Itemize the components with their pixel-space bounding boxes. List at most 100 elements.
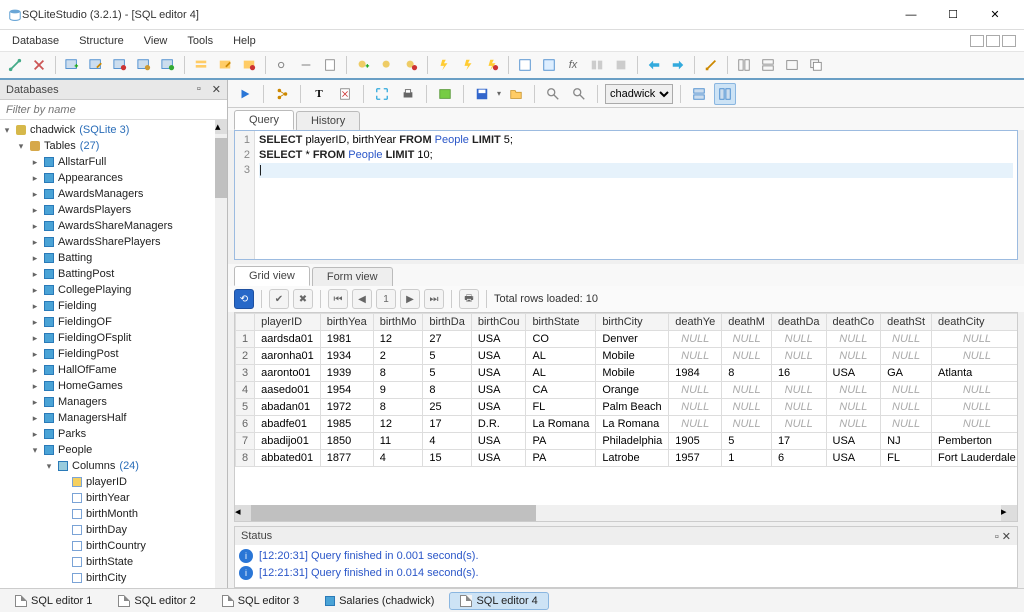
link-icon[interactable] [271, 54, 293, 76]
db-tree[interactable]: ▾chadwick(SQLite 3)▾Tables(27)▸AllstarFu… [0, 120, 215, 588]
cell[interactable]: USA [471, 348, 526, 365]
col-header[interactable]: deathDa [771, 314, 826, 331]
row-header[interactable]: 5 [236, 399, 255, 416]
grid-hscroll[interactable]: ◂▸ [235, 505, 1017, 521]
table-FieldingOF[interactable]: ▸FieldingOF [0, 314, 215, 330]
cell[interactable]: NULL [932, 399, 1017, 416]
cell[interactable]: 12 [373, 416, 423, 433]
cell[interactable]: NULL [722, 331, 772, 348]
script-icon[interactable] [319, 54, 341, 76]
cell[interactable]: 1972 [320, 399, 373, 416]
clear-icon[interactable] [334, 83, 356, 105]
cell[interactable]: 1984 [669, 365, 722, 382]
table-AwardsShareManagers[interactable]: ▸AwardsShareManagers [0, 218, 215, 234]
panel-close-icon[interactable]: ✕ [212, 83, 221, 96]
cell[interactable]: 17 [423, 416, 471, 433]
cell[interactable]: 11 [373, 433, 423, 450]
print-results-icon[interactable]: 🖶 [459, 289, 479, 309]
col-header[interactable]: deathCo [826, 314, 881, 331]
tree-scrollbar[interactable]: ▴ [215, 120, 227, 588]
cell[interactable]: abadfe01 [255, 416, 321, 433]
rollback-icon[interactable]: ✖ [293, 289, 313, 309]
cell[interactable]: 1850 [320, 433, 373, 450]
cell[interactable]: Philadelphia [596, 433, 669, 450]
cell[interactable]: NJ [881, 433, 932, 450]
trigger-edit-icon[interactable] [457, 54, 479, 76]
row-header[interactable]: 6 [236, 416, 255, 433]
disconnect-icon[interactable] [28, 54, 50, 76]
collations-icon[interactable] [586, 54, 608, 76]
cell[interactable]: aasedo01 [255, 382, 321, 399]
cascade-icon[interactable] [805, 54, 827, 76]
expand-icon[interactable] [371, 83, 393, 105]
cell[interactable]: USA [826, 433, 881, 450]
cell[interactable]: Denver [596, 331, 669, 348]
cell[interactable]: 9 [373, 382, 423, 399]
column-birthCountry[interactable]: birthCountry [0, 538, 215, 554]
mdi-restore[interactable] [986, 35, 1000, 47]
cell[interactable]: NULL [669, 348, 722, 365]
table-AwardsPlayers[interactable]: ▸AwardsPlayers [0, 202, 215, 218]
col-header[interactable]: birthState [526, 314, 596, 331]
trigger-add-icon[interactable] [433, 54, 455, 76]
column-birthDay[interactable]: birthDay [0, 522, 215, 538]
btab-sql1[interactable]: SQL editor 1 [4, 592, 103, 610]
cell[interactable]: NULL [881, 399, 932, 416]
unlink-icon[interactable] [295, 54, 317, 76]
cell[interactable]: NULL [669, 399, 722, 416]
cell[interactable]: 1957 [669, 450, 722, 467]
layout-v-icon[interactable] [688, 83, 710, 105]
menu-help[interactable]: Help [225, 33, 264, 49]
cell[interactable]: NULL [881, 348, 932, 365]
column-birthYear[interactable]: birthYear [0, 490, 215, 506]
cell[interactable]: NULL [881, 331, 932, 348]
cell[interactable]: 1985 [320, 416, 373, 433]
cell[interactable]: NULL [722, 399, 772, 416]
print-icon[interactable] [397, 83, 419, 105]
cell[interactable]: NULL [881, 382, 932, 399]
cell[interactable]: 6 [771, 450, 826, 467]
cell[interactable]: Pemberton [932, 433, 1017, 450]
cell[interactable]: GA [881, 365, 932, 382]
cell[interactable]: 1934 [320, 348, 373, 365]
prev-page-icon[interactable]: ◀ [352, 289, 372, 309]
connect-icon[interactable] [4, 54, 26, 76]
cell[interactable]: 5 [423, 365, 471, 382]
cell[interactable]: PA [526, 433, 596, 450]
status-undock-icon[interactable]: ▫ [995, 531, 999, 543]
cell[interactable]: PA [526, 450, 596, 467]
fx-icon[interactable]: fx [562, 54, 584, 76]
cell[interactable]: 12 [373, 331, 423, 348]
cell[interactable]: NULL [722, 416, 772, 433]
edit-table-icon[interactable] [85, 54, 107, 76]
extensions-icon[interactable] [610, 54, 632, 76]
tab-grid-view[interactable]: Grid view [234, 266, 310, 286]
cell[interactable]: Mobile [596, 365, 669, 382]
cell[interactable]: FL [881, 450, 932, 467]
table-Managers[interactable]: ▸Managers [0, 394, 215, 410]
cell[interactable]: FL [526, 399, 596, 416]
cell[interactable]: aaronha01 [255, 348, 321, 365]
table-AllstarFull[interactable]: ▸AllstarFull [0, 154, 215, 170]
cell[interactable]: 5 [722, 433, 772, 450]
cell[interactable]: abadijo01 [255, 433, 321, 450]
col-header[interactable]: birthCou [471, 314, 526, 331]
cell[interactable]: USA [471, 331, 526, 348]
cell[interactable]: USA [471, 382, 526, 399]
cell[interactable]: CO [526, 331, 596, 348]
btab-sql4[interactable]: SQL editor 4 [449, 592, 548, 610]
view-del-icon[interactable] [238, 54, 260, 76]
tables-node[interactable]: ▾Tables(27) [0, 138, 215, 154]
column-birthState[interactable]: birthState [0, 554, 215, 570]
col-header[interactable]: birthCity [596, 314, 669, 331]
table-4-icon[interactable] [133, 54, 155, 76]
db-selector[interactable]: chadwick [605, 84, 673, 104]
cell[interactable]: CA [526, 382, 596, 399]
table-ManagersHalf[interactable]: ▸ManagersHalf [0, 410, 215, 426]
col-header[interactable]: birthDa [423, 314, 471, 331]
menu-tools[interactable]: Tools [179, 33, 221, 49]
cell[interactable]: NULL [771, 416, 826, 433]
menu-view[interactable]: View [136, 33, 176, 49]
delete-table-icon[interactable] [109, 54, 131, 76]
import-icon[interactable] [643, 54, 665, 76]
